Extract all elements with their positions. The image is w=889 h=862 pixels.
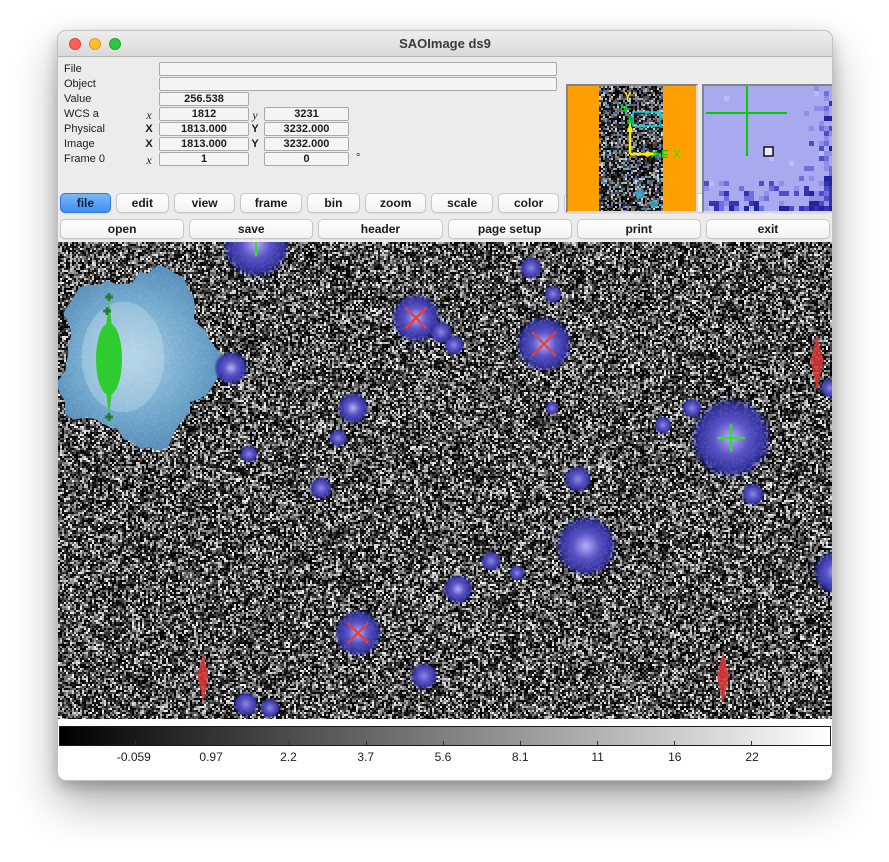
value-row: Value 256.538 [58, 92, 568, 107]
menu-view[interactable]: view [174, 193, 235, 213]
file-field[interactable] [159, 62, 557, 76]
page-setup-button[interactable]: page setup [448, 219, 572, 239]
image-label: Image [64, 138, 95, 150]
wcs-x-label: x [142, 108, 156, 123]
menu-file[interactable]: file [60, 193, 111, 213]
open-button[interactable]: open [60, 219, 184, 239]
colorbar[interactable] [59, 726, 831, 746]
value-field[interactable]: 256.538 [159, 92, 249, 106]
image-row: Image X 1813.000 Y 3232.000 [58, 137, 568, 152]
colorbar-tick-label: 8.1 [512, 750, 529, 764]
physical-x-field[interactable]: 1813.000 [159, 122, 249, 136]
wcs-row: WCS a x 1812 y 3231 [58, 107, 568, 122]
image-y-label: Y [248, 138, 262, 150]
menu-scale[interactable]: scale [431, 193, 492, 213]
image-x-label: X [142, 138, 156, 150]
colorbar-labels: -0.059 0.97 2.2 3.7 5.6 8.1 11 16 22 [58, 750, 832, 766]
menu-color[interactable]: color [498, 193, 559, 213]
physical-x-label: X [142, 123, 156, 135]
image-y-field[interactable]: 3232.000 [264, 137, 349, 151]
colorbar-section: -0.059 0.97 2.2 3.7 5.6 8.1 11 16 22 [58, 719, 832, 781]
colorbar-tick-label: -0.059 [117, 750, 151, 764]
panner[interactable] [566, 84, 698, 213]
wcs-y-label: y [248, 108, 262, 123]
colorbar-tick-label: 16 [668, 750, 681, 764]
exit-button[interactable]: exit [706, 219, 830, 239]
file-label: File [64, 63, 82, 75]
frame-rotation-field[interactable]: 0 [264, 152, 349, 166]
save-button[interactable]: save [189, 219, 313, 239]
physical-row: Physical X 1813.000 Y 3232.000 [58, 122, 568, 137]
menu-edit[interactable]: edit [116, 193, 169, 213]
header-button[interactable]: header [318, 219, 442, 239]
close-button[interactable] [69, 38, 81, 50]
info-panel: File Object Value 256.538 WCS a x 1812 y… [58, 57, 832, 190]
wcs-y-field[interactable]: 3231 [264, 107, 349, 121]
object-row: Object [58, 77, 568, 92]
magnifier [702, 84, 833, 213]
window-title: SAOImage ds9 [58, 36, 832, 51]
colorbar-tick-label: 3.7 [357, 750, 374, 764]
zoom-button[interactable] [109, 38, 121, 50]
colorbar-tick-label: 2.2 [280, 750, 297, 764]
object-field[interactable] [159, 77, 557, 91]
physical-label: Physical [64, 123, 105, 135]
frame-row: Frame 0 x 1 0 ° [58, 152, 568, 167]
physical-y-label: Y [248, 123, 262, 135]
frame-zoom-label: x [142, 153, 156, 168]
colorbar-tick-label: 0.97 [199, 750, 222, 764]
menu-frame[interactable]: frame [240, 193, 301, 213]
wcs-label: WCS a [64, 108, 99, 120]
menu-bin[interactable]: bin [307, 193, 360, 213]
minimize-button[interactable] [89, 38, 101, 50]
magnifier-canvas [704, 86, 832, 211]
wcs-x-field[interactable]: 1812 [159, 107, 249, 121]
degree-symbol: ° [356, 152, 360, 164]
colorbar-tick-label: 22 [745, 750, 758, 764]
menu-zoom[interactable]: zoom [365, 193, 426, 213]
ds9-window: SAOImage ds9 File Object Value 256.538 W… [57, 30, 833, 781]
colorbar-tick-label: 11 [591, 750, 603, 764]
panner-canvas[interactable] [568, 86, 696, 211]
file-row: File [58, 62, 568, 77]
image-x-field[interactable]: 1813.000 [159, 137, 249, 151]
image-display[interactable] [58, 242, 833, 719]
frame-zoom-field[interactable]: 1 [159, 152, 249, 166]
frame-label: Frame 0 [64, 153, 105, 165]
colorbar-tick-label: 5.6 [435, 750, 452, 764]
value-label: Value [64, 93, 91, 105]
file-actions: open save header page setup print exit [58, 216, 832, 242]
titlebar: SAOImage ds9 [58, 31, 832, 57]
object-label: Object [64, 78, 96, 90]
print-button[interactable]: print [577, 219, 701, 239]
main-image-canvas[interactable] [58, 242, 833, 719]
physical-y-field[interactable]: 3232.000 [264, 122, 349, 136]
